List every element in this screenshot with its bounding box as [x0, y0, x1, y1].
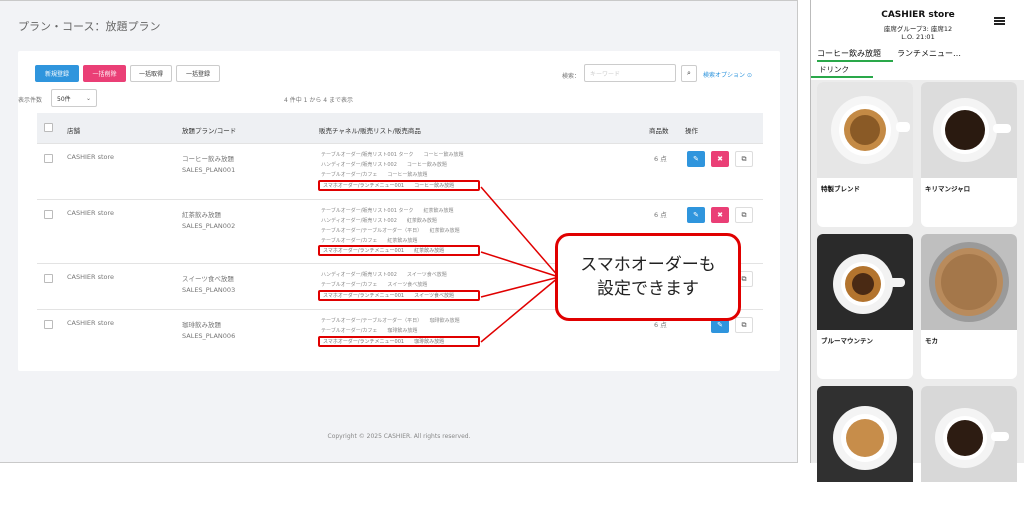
product-card[interactable]: 特製ブレンド	[817, 82, 913, 227]
plan-name: スイーツ食べ放題	[182, 275, 234, 283]
seat-info: 座席グループ3: 座席12	[883, 25, 953, 33]
chevron-down-icon: ⊙	[746, 72, 752, 79]
callout-bubble: スマホオーダーも 設定できます	[555, 233, 741, 321]
column-header: 放題プラン/コード	[182, 127, 237, 135]
bulk-get-button[interactable]: 一括取得	[130, 65, 172, 82]
channel-entry: ハンディオーダー/販売リスト002 紅茶飲み放題	[321, 218, 437, 224]
column-header: 操作	[685, 127, 698, 135]
channel-entry: ハンディオーダー/販売リスト002 コーヒー飲み放題	[321, 162, 447, 168]
edit-icon[interactable]: ✎	[687, 151, 705, 167]
smartphone-order-highlight: スマホオーダー/ランチメニュー001 スイーツ食べ放題	[318, 290, 480, 301]
channel-entry: テーブルオーダー/カフェ スイーツ食べ放題	[321, 282, 428, 288]
product-card[interactable]	[921, 386, 1017, 531]
store-name: CASHIER store	[67, 273, 115, 281]
search-option-link[interactable]: 検索オプション ⊙	[703, 70, 752, 79]
product-card[interactable]: モカ	[921, 234, 1017, 379]
smartphone-order-highlight: スマホオーダー/ランチメニュー001 珈琲飲み放題	[318, 336, 480, 347]
chevron-down-icon: ⌄	[85, 94, 91, 102]
product-name: モカ	[925, 337, 938, 345]
product-card[interactable]	[817, 386, 913, 531]
row-checkbox[interactable]	[44, 154, 53, 163]
callout-line: 設定できます	[597, 279, 699, 299]
channel-entry: テーブルオーダー/販売リスト001 ターク 紅茶飲み放題	[321, 208, 454, 214]
store-name: CASHIER store	[67, 153, 115, 161]
table-header: 店舗 放題プラン/コード 販売チャネル/販売リスト/販売商品 商品数 操作	[37, 113, 763, 143]
tab-lunch-menu[interactable]: ランチメニュー…	[897, 48, 961, 59]
active-subtab-indicator	[811, 76, 873, 78]
coffee-image	[817, 82, 913, 178]
plan-name: 紅茶飲み放題	[182, 211, 221, 219]
item-count: 6 点	[654, 211, 667, 219]
last-order-time: L.O. 21:01	[901, 33, 935, 41]
copy-icon[interactable]: ⧉	[735, 317, 753, 333]
copy-icon[interactable]: ⧉	[735, 207, 753, 223]
new-button[interactable]: 新規登録	[35, 65, 79, 82]
channel-entry: テーブルオーダー/販売リスト001 ターク コーヒー飲み放題	[321, 152, 464, 158]
delete-icon[interactable]: ✖	[711, 151, 729, 167]
table-row: CASHIER store コーヒー飲み放題 SALES_PLAN001 テーブ…	[37, 143, 763, 199]
plan-name: 珈琲飲み放題	[182, 321, 221, 329]
product-grid: 特製ブレンド キリマンジャロ ブルーマウンテン モカ	[811, 80, 1024, 531]
coffee-image	[921, 234, 1017, 330]
search-label: 検索：	[562, 73, 581, 80]
item-count: 6 点	[654, 155, 667, 163]
plan-list-card: 新規登録 一括削除 一括取得 一括登録 検索： キーワード ⌕ 検索オプション …	[18, 51, 780, 371]
display-count-select[interactable]: 50件 ⌄	[51, 89, 97, 107]
row-checkbox[interactable]	[44, 210, 53, 219]
store-name: CASHIER store	[881, 10, 955, 20]
channel-entry: ハンディオーダー/販売リスト002 スイーツ食べ放題	[321, 272, 447, 278]
store-name: CASHIER store	[67, 319, 115, 327]
copy-icon[interactable]: ⧉	[735, 151, 753, 167]
search-input[interactable]: キーワード	[584, 64, 676, 82]
subtab-drink[interactable]: ドリンク	[819, 64, 849, 75]
channel-entry: テーブルオーダー/カフェ 紅茶飲み放題	[321, 238, 418, 244]
hamburger-menu-icon[interactable]	[994, 17, 1005, 25]
product-name: キリマンジャロ	[925, 185, 971, 193]
coffee-image	[921, 386, 1017, 482]
callout-line: スマホオーダーも	[580, 255, 716, 275]
edit-icon[interactable]: ✎	[687, 207, 705, 223]
channel-entry: テーブルオーダー/カフェ コーヒー飲み放題	[321, 172, 428, 178]
product-card[interactable]: ブルーマウンテン	[817, 234, 913, 379]
product-card[interactable]: キリマンジャロ	[921, 82, 1017, 227]
channel-entry: テーブルオーダー/テーブルオーダー（平日） 紅茶飲み放題	[321, 228, 460, 234]
bulk-register-button[interactable]: 一括登録	[176, 65, 220, 82]
page-title: プラン・コース：放題プラン	[18, 20, 161, 33]
display-count-label: 表示件数	[18, 97, 43, 104]
column-header: 商品数	[649, 127, 669, 135]
row-checkbox[interactable]	[44, 274, 53, 283]
smartphone-order-screen: CASHIER store 座席グループ3: 座席12 L.O. 21:01 コ…	[810, 0, 1024, 531]
smartphone-order-highlight: スマホオーダー/ランチメニュー001 コーヒー飲み放題	[318, 180, 480, 191]
coffee-image	[817, 234, 913, 330]
store-name: CASHIER store	[67, 209, 115, 217]
plan-code: SALES_PLAN003	[182, 286, 236, 294]
row-checkbox[interactable]	[44, 320, 53, 329]
coffee-image	[817, 386, 913, 482]
admin-panel: プラン・コース：放題プラン 新規登録 一括削除 一括取得 一括登録 検索： キー…	[0, 0, 798, 463]
plan-name: コーヒー飲み放題	[182, 155, 234, 163]
plan-code: SALES_PLAN002	[182, 222, 236, 230]
active-tab-indicator	[817, 60, 893, 62]
smartphone-order-highlight: スマホオーダー/ランチメニュー001 紅茶飲み放題	[318, 245, 480, 256]
footer-copyright: Copyright © 2025 CASHIER. All rights res…	[327, 433, 471, 440]
search-icon[interactable]: ⌕	[681, 65, 697, 82]
column-header: 販売チャネル/販売リスト/販売商品	[319, 127, 421, 135]
channel-entry: テーブルオーダー/カフェ 珈琲飲み放題	[321, 328, 418, 334]
column-header: 店舗	[67, 127, 80, 135]
delete-icon[interactable]: ✖	[711, 207, 729, 223]
pagination-info: 4 件中 1 から 4 まで表示	[284, 97, 353, 104]
tab-coffee-plan[interactable]: コーヒー飲み放題	[817, 48, 881, 59]
coffee-image	[921, 82, 1017, 178]
plan-code: SALES_PLAN006	[182, 332, 236, 340]
plan-code: SALES_PLAN001	[182, 166, 236, 174]
channel-entry: テーブルオーダー/テーブルオーダー（平日） 珈琲飲み放題	[321, 318, 460, 324]
select-all-checkbox[interactable]	[44, 123, 53, 132]
product-name: 特製ブレンド	[821, 185, 860, 193]
bulk-delete-button[interactable]: 一括削除	[83, 65, 126, 82]
product-name: ブルーマウンテン	[821, 337, 873, 345]
